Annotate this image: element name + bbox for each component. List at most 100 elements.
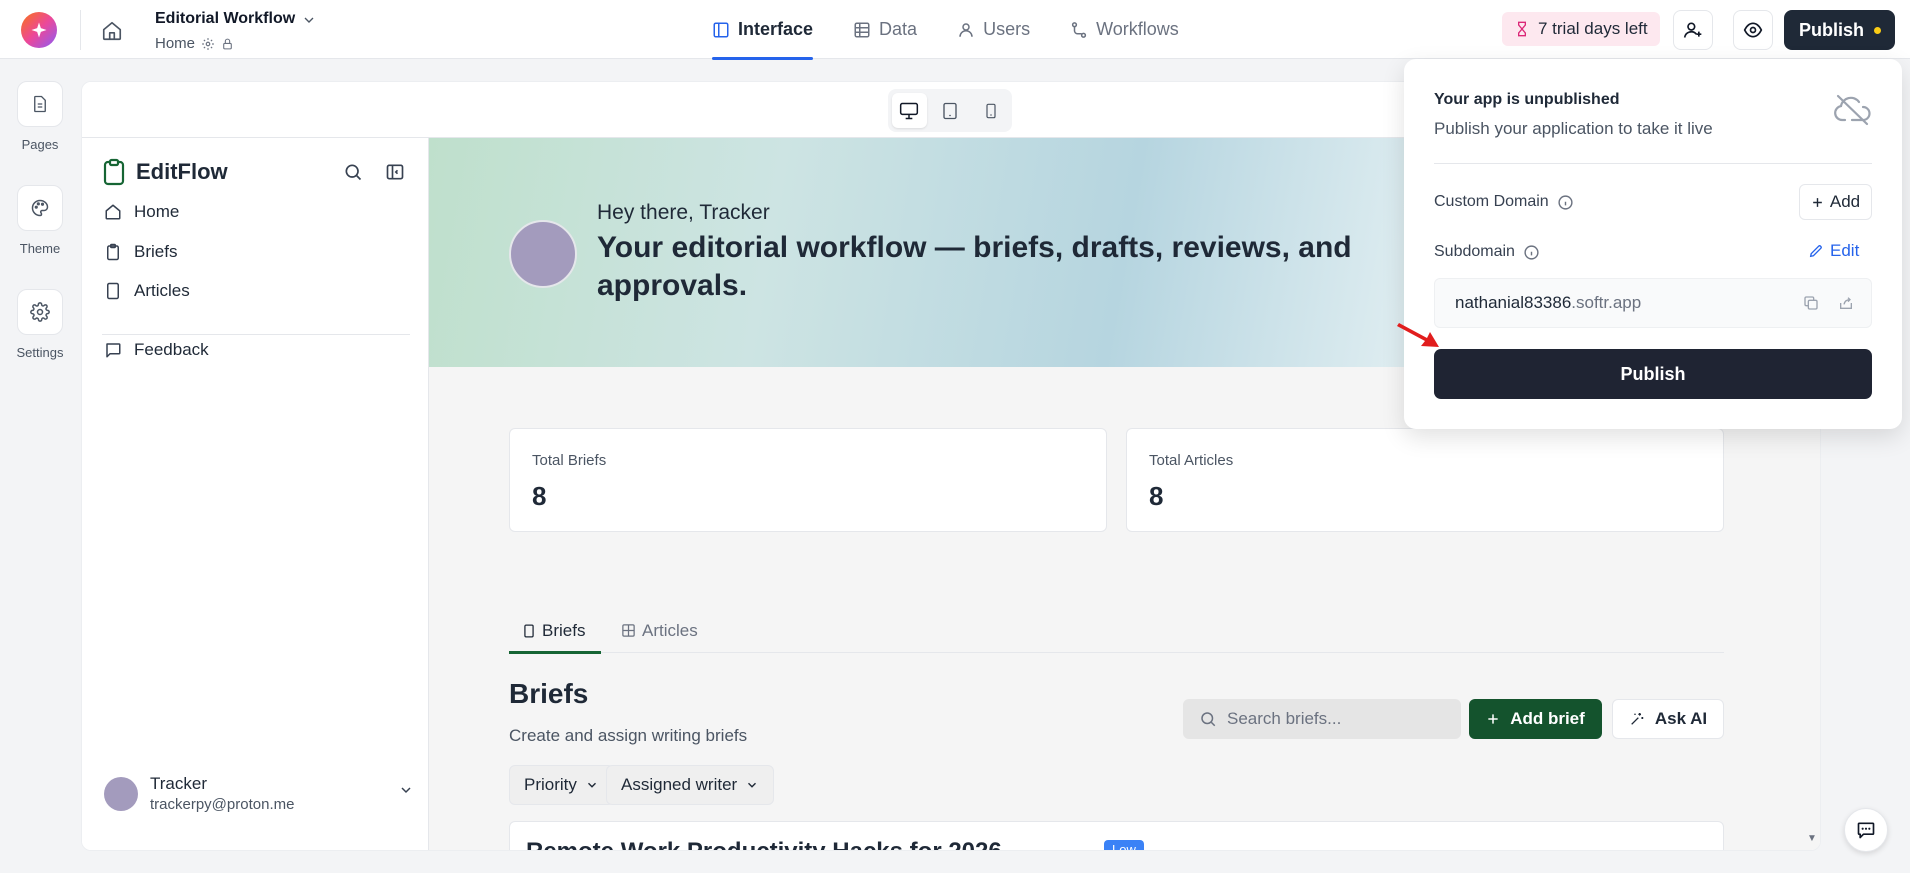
publish-button[interactable]: Publish	[1434, 349, 1872, 399]
filter-assigned-writer[interactable]: Assigned writer	[606, 765, 775, 805]
tab-data[interactable]: Data	[853, 0, 917, 59]
filter-label: Assigned writer	[621, 775, 738, 794]
copy-icon[interactable]	[1803, 295, 1819, 311]
tab-label: Data	[879, 19, 918, 39]
ask-ai-label: Ask AI	[1654, 709, 1708, 728]
top-bar: Editorial Workflow Home Interface Data U…	[0, 0, 1910, 60]
chevron-down-icon[interactable]	[398, 782, 414, 798]
pages-icon[interactable]	[17, 81, 63, 127]
cloud-off-icon	[1832, 93, 1872, 127]
rail-item-pages[interactable]: Pages	[0, 81, 80, 152]
tab-users[interactable]: Users	[957, 0, 1030, 59]
rail-item-settings[interactable]: Settings	[0, 289, 80, 360]
trial-badge[interactable]: 7 trial days left	[1502, 12, 1660, 46]
popover-subtitle: Publish your application to take it live	[1434, 119, 1713, 138]
hero-title: Your editorial workflow — briefs, drafts…	[597, 231, 1352, 302]
tab-articles[interactable]: Articles	[621, 608, 698, 653]
desktop-icon[interactable]	[892, 93, 927, 128]
app-logo-icon[interactable]	[21, 12, 57, 48]
table-icon	[621, 623, 636, 638]
chat-support-button[interactable]	[1844, 808, 1888, 852]
search-placeholder: Search briefs...	[1227, 709, 1342, 728]
search-icon[interactable]	[343, 162, 363, 182]
hero-greeting: Hey there, Tracker	[597, 201, 770, 224]
main-tabs: Interface Data Users Workflows	[712, 0, 1179, 60]
lock-icon[interactable]	[221, 37, 234, 51]
sidebar-tools	[343, 162, 405, 182]
gear-icon[interactable]	[17, 289, 63, 335]
sidebar-item-home[interactable]: Home	[104, 202, 179, 222]
brief-card[interactable]: Remote Work Productivity Hacks for 2026 …	[509, 821, 1724, 850]
divider	[102, 334, 410, 335]
tab-workflows[interactable]: Workflows	[1070, 0, 1179, 59]
subdomain-field[interactable]: nathanial83386 .softr.app	[1434, 278, 1872, 328]
tab-briefs[interactable]: Briefs	[509, 608, 601, 654]
scroll-down-icon[interactable]: ▼	[1807, 833, 1817, 844]
external-link-icon[interactable]	[1837, 295, 1855, 311]
magic-wand-icon	[1629, 711, 1645, 727]
brand-name: EditFlow	[136, 159, 228, 184]
sidebar-item-label: Feedback	[134, 340, 209, 359]
rail-item-theme[interactable]: Theme	[0, 185, 80, 256]
page-name: Home	[155, 35, 196, 52]
mobile-icon[interactable]	[973, 93, 1008, 128]
rail-label: Settings	[16, 345, 64, 360]
palette-icon[interactable]	[17, 185, 63, 231]
user-menu[interactable]: Tracker trackerpy@proton.me	[104, 774, 414, 813]
edit-subdomain-button[interactable]: Edit	[1808, 241, 1859, 261]
user-icon	[957, 21, 975, 39]
divider	[1434, 163, 1872, 164]
preview-button[interactable]	[1733, 10, 1773, 50]
stat-value: 8	[532, 481, 547, 511]
tab-interface[interactable]: Interface	[712, 0, 814, 60]
info-icon[interactable]	[1557, 194, 1574, 211]
user-email: trackerpy@proton.me	[150, 796, 295, 813]
sidebar-item-label: Articles	[134, 281, 190, 300]
label-text: Subdomain	[1434, 243, 1515, 260]
tablet-icon[interactable]	[933, 93, 968, 128]
filter-priority[interactable]: Priority	[509, 765, 614, 805]
sidebar-item-feedback[interactable]: Feedback	[104, 340, 209, 360]
brand[interactable]: EditFlow	[102, 158, 228, 186]
priority-badge: Low	[1104, 840, 1144, 850]
add-domain-button[interactable]: Add	[1799, 184, 1872, 220]
avatar	[104, 776, 138, 811]
collapse-sidebar-icon[interactable]	[385, 162, 405, 182]
project-name[interactable]: Editorial Workflow	[155, 10, 295, 28]
workflow-icon	[1070, 21, 1088, 39]
invite-user-button[interactable]	[1673, 10, 1713, 50]
device-switcher	[888, 89, 1012, 132]
search-input[interactable]: Search briefs...	[1183, 699, 1461, 739]
publish-top-button[interactable]: Publish	[1784, 10, 1895, 50]
sidebar-item-label: Home	[134, 202, 180, 221]
tab-label: Articles	[642, 620, 698, 640]
chevron-down-icon[interactable]	[301, 12, 317, 28]
stat-card-articles: Total Articles 8	[1126, 428, 1724, 532]
annotation-arrow-icon	[1397, 319, 1441, 351]
gear-icon[interactable]	[201, 37, 215, 51]
user-plus-icon	[1683, 20, 1703, 40]
add-brief-button[interactable]: Add brief	[1469, 699, 1602, 739]
app-sidebar: EditFlow Home Briefs Articles Feedback T…	[82, 138, 429, 850]
current-page: Home	[155, 35, 234, 52]
document-icon	[522, 623, 536, 639]
home-icon[interactable]	[98, 17, 126, 45]
sidebar-item-briefs[interactable]: Briefs	[104, 242, 177, 262]
popover-title: Your app is unpublished	[1434, 91, 1620, 108]
rail-label: Theme	[19, 241, 61, 256]
layout-icon	[712, 21, 730, 39]
section-subtitle: Create and assign writing briefs	[509, 726, 748, 745]
sidebar-item-articles[interactable]: Articles	[104, 281, 190, 301]
trial-text: 7 trial days left	[1538, 19, 1648, 38]
clipboard-icon	[104, 243, 122, 261]
info-icon[interactable]	[1523, 244, 1540, 261]
clipboard-icon	[102, 158, 126, 186]
tab-label: Workflows	[1096, 19, 1179, 39]
ask-ai-button[interactable]: Ask AI	[1612, 699, 1724, 739]
search-icon	[1199, 710, 1217, 728]
tab-label: Briefs	[542, 620, 586, 640]
divider	[80, 10, 81, 50]
pencil-icon	[1808, 243, 1824, 259]
subdomain-label: Subdomain	[1434, 243, 1540, 261]
label-text: Custom Domain	[1434, 193, 1549, 210]
